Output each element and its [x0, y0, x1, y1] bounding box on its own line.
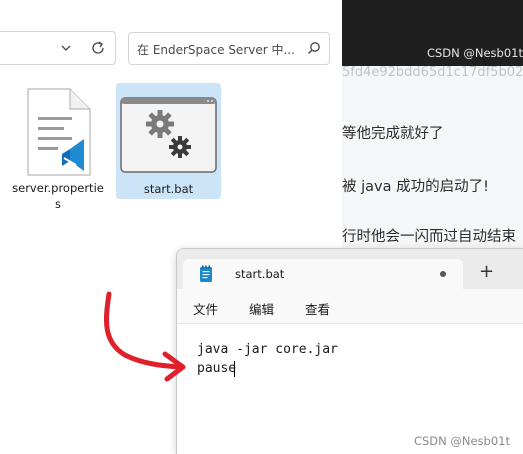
search-placeholder: 在 EnderSpace Server 中...: [137, 43, 295, 57]
file-name: server.properties: [12, 181, 104, 211]
new-tab-button[interactable]: +: [479, 263, 494, 281]
editor-line: java -jar core.jar: [197, 342, 338, 357]
article-line: 行时他会一闪而过自动结束: [342, 229, 516, 245]
notepad-titlebar: start.bat +: [177, 249, 523, 289]
article-line: 被 java 成功的启动了!: [342, 179, 489, 195]
menu-view[interactable]: 查看: [305, 299, 330, 318]
csdn-watermark: CSDN @Nesb01t: [426, 46, 523, 60]
chevron-down-icon[interactable]: [60, 42, 72, 54]
file-name: start.bat: [143, 182, 194, 196]
csdn-watermark: CSDN @Nesb01t: [413, 434, 510, 448]
tab-start-bat[interactable]: start.bat: [183, 259, 463, 289]
hash-text: 5fd4e92bdd65d1c17df5b02: [342, 66, 523, 80]
notepad-menubar: 文件 编辑 查看: [177, 289, 523, 324]
menu-file[interactable]: 文件: [193, 299, 218, 318]
refresh-icon[interactable]: [90, 40, 106, 56]
explorer-top-strip: [0, 0, 342, 22]
tab-title: start.bat: [235, 267, 285, 281]
menu-edit[interactable]: 编辑: [249, 299, 274, 318]
search-box[interactable]: 在 EnderSpace Server 中...: [128, 32, 330, 65]
notepad-icon: [200, 265, 212, 282]
red-annotation-arrow-icon: [103, 291, 186, 382]
notepad-window: start.bat + 文件 编辑 查看 java -jar core.jar …: [176, 248, 523, 454]
search-icon[interactable]: [307, 41, 321, 55]
address-bar[interactable]: [0, 31, 116, 65]
batch-file-gear-icon: [120, 97, 217, 173]
editor-line: pause: [197, 361, 237, 376]
file-item-start-bat[interactable]: start.bat: [116, 83, 221, 199]
notepad-editor[interactable]: java -jar core.jar pause CSDN @Nesb01t: [177, 324, 523, 454]
unsaved-dot-icon[interactable]: [440, 271, 446, 277]
text-caret: [234, 361, 235, 377]
vscode-properties-file-icon: [27, 88, 91, 176]
article-line: 等他完成就好了: [342, 126, 444, 142]
dark-header-band: CSDN @Nesb01t: [342, 0, 523, 66]
